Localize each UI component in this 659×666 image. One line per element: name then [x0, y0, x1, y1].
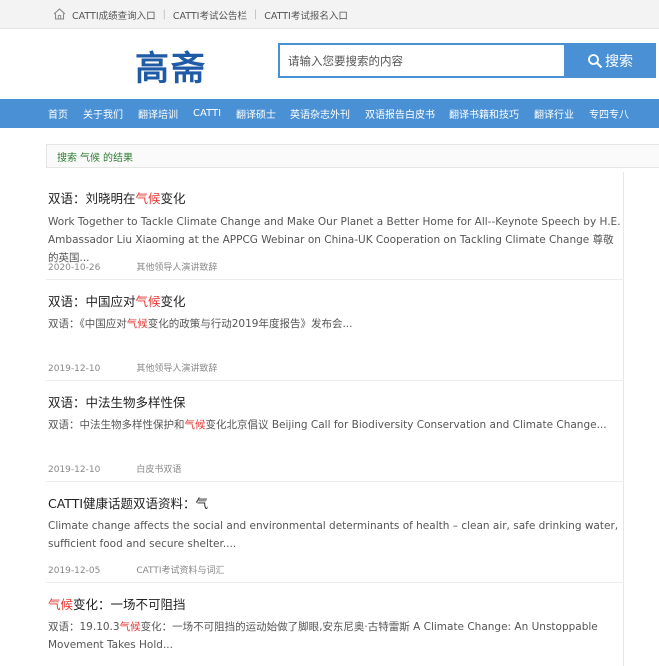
item-meta: 2019-12-10 白皮书双语	[48, 462, 181, 475]
nav-item-home[interactable]: 首页	[48, 106, 68, 121]
nav-item-books[interactable]: 翻译书籍和技巧	[449, 106, 519, 121]
nav-item-white-papers[interactable]: 双语报告白皮书	[365, 106, 435, 121]
item-title[interactable]: CATTI健康话题双语资料：气	[48, 493, 208, 512]
results-keyword: 气候	[80, 152, 100, 164]
results-suffix: 的结果	[103, 152, 133, 164]
summary-text: Work Together to Tackle Climate Change a…	[48, 216, 621, 264]
search-input[interactable]: 请输入您要搜索的内容	[278, 43, 564, 78]
results-header: 搜索 气候 的结果	[46, 144, 659, 168]
summary-text: Climate change affects the social and en…	[48, 520, 619, 550]
item-category[interactable]: 其他领导人演讲致辞	[136, 364, 217, 374]
item-date: 2019-12-05	[48, 566, 101, 576]
nav-item-magazines[interactable]: 英语杂志外刊	[290, 106, 350, 121]
list-item[interactable]: 双语：中法生物多样性保 双语：中法生物多样性保护和气候变化北京倡议 Beijin…	[46, 381, 624, 482]
site-logo[interactable]: 高斋	[135, 41, 207, 90]
home-icon[interactable]	[53, 8, 66, 20]
item-summary: Climate change affects the social and en…	[48, 517, 623, 553]
main-nav: 首页 关于我们 翻译培训 CATTI 翻译硕士 英语杂志外刊 双语报告白皮书 翻…	[0, 99, 659, 128]
results-prefix: 搜索	[57, 152, 77, 164]
item-date: 2019-12-10	[48, 364, 101, 374]
nav-item-about[interactable]: 关于我们	[83, 106, 123, 121]
item-meta: 2019-12-05 CATTI考试资料与词汇	[48, 563, 225, 576]
item-meta: 2019-12-10 其他领导人演讲致辞	[48, 361, 217, 374]
divider: |	[162, 9, 166, 20]
nav-item-industry[interactable]: 翻译行业	[534, 106, 574, 121]
search-button-label: 搜索	[605, 53, 633, 70]
title-highlight: 气候	[48, 597, 74, 612]
summary-highlight: 气候	[126, 318, 148, 330]
item-category[interactable]: CATTI考试资料与词汇	[136, 566, 224, 576]
item-title[interactable]: 气候变化：一场不可阻挡	[48, 594, 186, 613]
item-category[interactable]: 白皮书双语	[136, 465, 181, 475]
right-sidebar	[624, 172, 659, 666]
search-button[interactable]: 搜索	[564, 43, 656, 78]
item-summary: 双语：中法生物多样性保护和气候变化北京倡议 Beijing Call for B…	[48, 416, 623, 434]
title-text: 双语：中国应对	[48, 294, 136, 309]
top-link-score-query[interactable]: CATTI成绩查询入口	[72, 8, 156, 22]
top-link-notice-board[interactable]: CATTI考试公告栏	[173, 8, 247, 22]
item-title[interactable]: 双语：中法生物多样性保	[48, 392, 186, 411]
title-highlight: 气候	[135, 294, 161, 309]
summary-text: 变化的政策与行动2019年度报告》发布会...	[147, 318, 353, 330]
item-category[interactable]: 其他领导人演讲致辞	[136, 263, 217, 273]
item-date: 2019-12-10	[48, 465, 101, 475]
title-text: CATTI健康话题双语资料：气	[48, 496, 209, 511]
item-date: 2020-10-26	[48, 263, 101, 273]
summary-text: 双语：19.10.3	[48, 621, 120, 633]
nav-item-catti[interactable]: CATTI	[193, 108, 221, 119]
title-text: 变化	[160, 191, 186, 206]
title-text: 双语：中法生物多样性保	[48, 395, 186, 410]
title-text: 变化：一场不可阻挡	[73, 597, 186, 612]
divider: |	[253, 9, 258, 20]
summary-highlight: 气候	[184, 419, 206, 431]
item-meta: 2020-10-26 其他领导人演讲致辞	[48, 260, 217, 273]
search-icon	[588, 53, 603, 68]
top-links: CATTI成绩查询入口 | CATTI考试公告栏 | CATTI考试报名入口	[72, 0, 348, 29]
summary-highlight: 气候	[119, 621, 141, 633]
item-summary: Work Together to Tackle Climate Change a…	[48, 213, 623, 267]
summary-text: 双语：《中国应对	[48, 318, 127, 330]
title-highlight: 气候	[135, 191, 161, 206]
nav-item-mti[interactable]: 翻译硕士	[236, 106, 276, 121]
item-title[interactable]: 双语：中国应对气候变化	[48, 291, 186, 310]
list-item[interactable]: 双语：中国应对气候变化 双语：《中国应对气候变化的政策与行动2019年度报告》发…	[46, 280, 624, 381]
top-utility-bar: CATTI成绩查询入口 | CATTI考试公告栏 | CATTI考试报名入口	[0, 0, 659, 29]
title-text: 变化	[160, 294, 186, 309]
nav-item-tem48[interactable]: 专四专八	[589, 106, 629, 121]
title-text: 双语：刘晓明在	[48, 191, 136, 206]
item-summary: 双语：《中国应对气候变化的政策与行动2019年度报告》发布会...	[48, 315, 623, 333]
top-link-registration[interactable]: CATTI考试报名入口	[264, 8, 348, 22]
summary-text: 变化北京倡议 Beijing Call for Biodiversity Con…	[205, 419, 607, 431]
results-list: 双语：刘晓明在气候变化 Work Together to Tackle Clim…	[46, 172, 624, 666]
summary-text: 双语：中法生物多样性保护和	[48, 419, 185, 431]
list-item[interactable]: CATTI健康话题双语资料：气 Climate change affects t…	[46, 482, 624, 583]
nav-item-training[interactable]: 翻译培训	[138, 106, 178, 121]
list-item[interactable]: 双语：刘晓明在气候变化 Work Together to Tackle Clim…	[46, 172, 624, 280]
list-item[interactable]: 气候变化：一场不可阻挡 双语：19.10.3气候变化：一场不可阻挡的运动始做了脚…	[46, 583, 624, 666]
item-title[interactable]: 双语：刘晓明在气候变化	[48, 188, 186, 207]
item-summary: 双语：19.10.3气候变化：一场不可阻挡的运动始做了脚眼,安东尼奥·古特雷斯 …	[48, 618, 623, 654]
